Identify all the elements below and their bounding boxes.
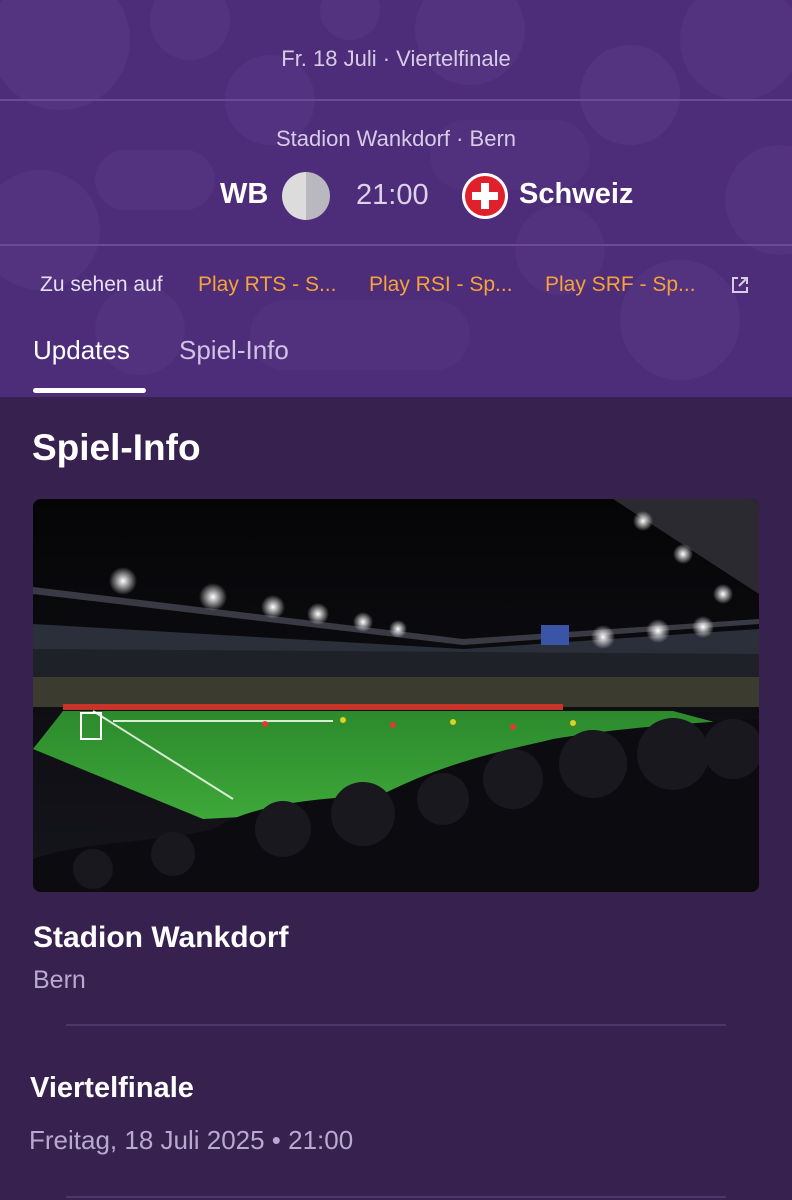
external-link-icon[interactable] [730,275,750,295]
header-divider [0,99,792,101]
tab-updates[interactable]: Updates [33,335,130,366]
score-row[interactable]: WB 21:00 Schweiz [0,168,792,224]
broadcast-row: Zu sehen auf Play RTS - S... Play RSI - … [0,270,792,302]
away-team-name[interactable]: Schweiz [519,178,633,211]
broadcast-link-srf[interactable]: Play SRF - Sp... [545,273,696,297]
stadium-city: Bern [33,966,86,994]
broadcast-link-rsi[interactable]: Play RSI - Sp... [369,273,513,297]
round-title: Viertelfinale [30,1072,194,1104]
broadcast-label: Zu sehen auf [40,273,163,296]
stadium-name: Stadion Wankdorf [33,921,289,954]
content-divider [66,1196,726,1198]
stadium-illustration [33,499,759,892]
match-header: Fr. 18 Juli · Viertelfinale Stadion Wank… [0,0,792,397]
tab-spiel-info[interactable]: Spiel-Info [179,335,289,366]
round-date: Freitag, 18 Juli 2025 • 21:00 [29,1125,354,1155]
stadium-photo [33,499,759,892]
section-title: Spiel-Info [32,427,201,468]
tab-bar: Updates Spiel-Info [0,330,792,397]
home-team-name[interactable]: WB [220,178,268,211]
broadcast-link-rts[interactable]: Play RTS - S... [198,273,336,297]
match-venue: Stadion Wankdorf · Bern [275,126,517,151]
swiss-flag-icon[interactable] [461,172,509,220]
active-tab-indicator [33,388,146,393]
team-badge-icon[interactable] [282,172,330,220]
content-divider [66,1024,726,1026]
match-date-round: Fr. 18 Juli · Viertelfinale [281,46,511,71]
kickoff-time: 21:00 [356,179,429,211]
header-divider [0,244,792,246]
